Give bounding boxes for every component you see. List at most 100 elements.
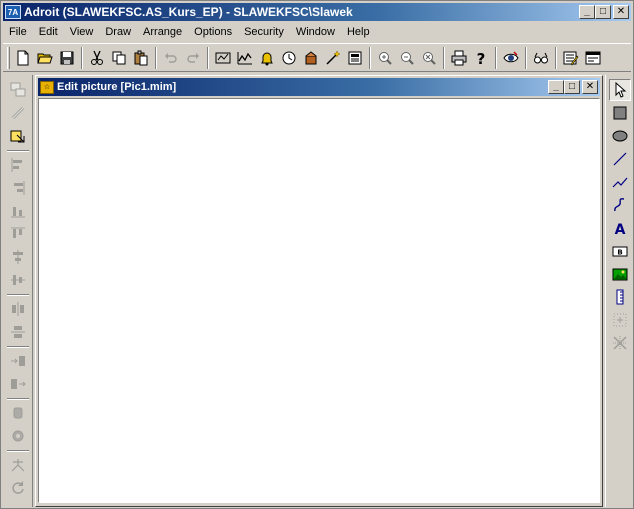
print-button[interactable] — [448, 47, 470, 69]
security-icon — [503, 50, 519, 62]
preview-button[interactable] — [530, 47, 552, 69]
gauge-tool-button[interactable] — [609, 286, 631, 308]
align-left-icon — [11, 158, 22, 172]
clock-button[interactable] — [278, 47, 300, 69]
child-title-bar[interactable]: ☆ Edit picture [Pic1.mim] _ □ ✕ — [38, 78, 600, 96]
maximize-button[interactable]: □ — [595, 5, 611, 19]
toolbar-separator — [525, 46, 527, 69]
child-close-button[interactable]: ✕ — [582, 80, 598, 94]
new-icon — [17, 50, 29, 65]
group-button[interactable] — [7, 79, 29, 101]
redo-button[interactable] — [182, 47, 204, 69]
snap-button[interactable] — [7, 454, 29, 476]
text-tool-button[interactable]: A — [609, 217, 631, 239]
minimize-button[interactable]: _ — [579, 5, 595, 19]
help-button[interactable]: ? — [470, 47, 492, 69]
cut-icon — [91, 50, 103, 65]
window-title: Adroit (SLAWEKFSC.AS_Kurs_EP) - SLAWEKFS… — [24, 5, 353, 19]
ellipse-tool-button[interactable] — [609, 125, 631, 147]
copy-button[interactable] — [108, 47, 130, 69]
tag-button[interactable] — [212, 47, 234, 69]
cut-button[interactable] — [86, 47, 108, 69]
menu-view[interactable]: View — [64, 26, 100, 38]
new-button[interactable] — [12, 47, 34, 69]
config-button[interactable] — [560, 47, 582, 69]
center-horizontal-icon — [12, 250, 23, 264]
space-vertical-icon — [10, 326, 25, 338]
center-vertical-button[interactable] — [7, 269, 29, 291]
link-icon — [11, 106, 24, 120]
menu-draw[interactable]: Draw — [99, 26, 137, 38]
database-button[interactable] — [300, 47, 322, 69]
toolbar-separator — [6, 398, 29, 400]
close-button[interactable]: ✕ — [613, 5, 629, 19]
undo-button[interactable] — [160, 47, 182, 69]
wizard-icon — [326, 49, 341, 65]
menu-arrange[interactable]: Arrange — [137, 26, 188, 38]
link-button[interactable] — [7, 102, 29, 124]
zoom-in-button[interactable] — [374, 47, 396, 69]
rectangle-tool-button[interactable] — [609, 102, 631, 124]
wizard-button[interactable] — [322, 47, 344, 69]
space-vertical-button[interactable] — [7, 321, 29, 343]
svg-text:?: ? — [477, 50, 486, 66]
align-right-button[interactable] — [7, 177, 29, 199]
picture-icon[interactable]: ☆ — [40, 80, 54, 94]
properties-button[interactable] — [7, 125, 29, 147]
zoom-fit-icon — [423, 51, 436, 65]
trend-button[interactable] — [234, 47, 256, 69]
zoom-fit-button[interactable] — [418, 47, 440, 69]
center-horizontal-button[interactable] — [7, 246, 29, 268]
rotate-shape-button[interactable] — [7, 425, 29, 447]
zoom-out-button[interactable] — [396, 47, 418, 69]
select-tool-button[interactable] — [608, 79, 631, 101]
save-button[interactable] — [56, 47, 78, 69]
ellipse-icon — [612, 130, 627, 142]
polyline-tool-button[interactable] — [609, 171, 631, 193]
polyline-icon — [612, 177, 627, 188]
paste-button[interactable] — [130, 47, 152, 69]
flip-button[interactable] — [7, 402, 29, 424]
window-button[interactable] — [582, 47, 604, 69]
crosshair-icon — [612, 336, 627, 350]
button-tool-button[interactable]: B — [609, 240, 631, 262]
curve-icon — [613, 198, 624, 212]
align-bottom-button[interactable] — [7, 200, 29, 222]
open-button[interactable] — [34, 47, 56, 69]
adroit-app-icon[interactable]: 7A — [5, 5, 21, 19]
menu-options[interactable]: Options — [188, 26, 238, 38]
align-left-button[interactable] — [7, 154, 29, 176]
child-maximize-button[interactable]: □ — [564, 80, 580, 94]
menu-file[interactable]: File — [3, 26, 33, 38]
line-tool-button[interactable] — [609, 148, 631, 170]
main-title-bar[interactable]: 7A Adroit (SLAWEKFSC.AS_Kurs_EP) - SLAWE… — [3, 3, 631, 21]
toolbar-separator — [155, 46, 157, 69]
flip-icon — [13, 407, 22, 419]
child-minimize-button[interactable]: _ — [548, 80, 564, 94]
rotate-icon — [11, 481, 24, 494]
menu-security[interactable]: Security — [238, 26, 290, 38]
trend-icon — [237, 51, 252, 64]
menu-window[interactable]: Window — [290, 26, 341, 38]
align-top-button[interactable] — [7, 223, 29, 245]
crosshair-button[interactable] — [609, 332, 631, 354]
report-button[interactable] — [344, 47, 366, 69]
text-icon: A — [614, 222, 625, 236]
rotate-shape-icon — [12, 430, 23, 442]
bring-to-front-button[interactable] — [7, 373, 29, 395]
rotate-button[interactable] — [7, 477, 29, 499]
preview-icon — [534, 52, 548, 63]
menu-edit[interactable]: Edit — [33, 26, 64, 38]
toolbar-separator — [207, 46, 209, 69]
send-to-back-button[interactable] — [7, 350, 29, 372]
drawing-canvas[interactable] — [38, 98, 600, 503]
security-button[interactable] — [500, 47, 522, 69]
curve-tool-button[interactable] — [609, 194, 631, 216]
menu-help[interactable]: Help — [341, 26, 376, 38]
space-horizontal-button[interactable] — [7, 298, 29, 320]
dotted-region-button[interactable] — [609, 309, 631, 331]
button-icon: B — [612, 246, 627, 257]
image-tool-button[interactable] — [609, 263, 631, 285]
alarm-button[interactable] — [256, 47, 278, 69]
toolbar-grip[interactable] — [7, 46, 10, 69]
